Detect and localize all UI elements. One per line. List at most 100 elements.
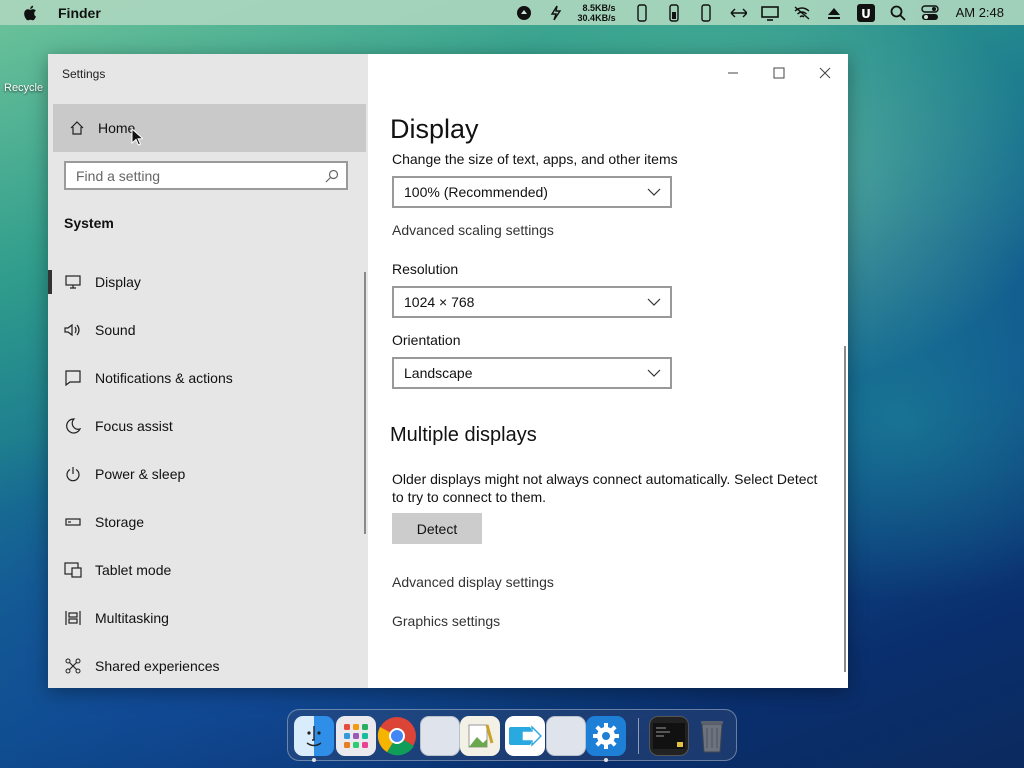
settings-icon[interactable] <box>586 716 626 756</box>
speaker-icon <box>64 321 82 339</box>
nav-item-sound[interactable]: Sound <box>48 306 368 354</box>
sidebar-scrollbar[interactable] <box>364 272 366 534</box>
close-icon <box>819 67 831 79</box>
launchpad-icon[interactable] <box>336 716 376 756</box>
search-icon[interactable] <box>324 168 340 184</box>
page-title: Display <box>390 114 479 144</box>
tablet-icon <box>64 561 82 579</box>
nav-item-tablet-mode[interactable]: Tablet mode <box>48 546 368 594</box>
nav-label: Tablet mode <box>95 562 172 578</box>
home-label: Home <box>98 120 136 136</box>
text-editor-icon[interactable] <box>460 716 500 756</box>
mouse-cursor-icon <box>131 128 143 146</box>
status-area: 8.5KB/s 30.4KB/s U AM 2:48 <box>508 0 1024 25</box>
nav-label: Focus assist <box>95 418 173 434</box>
advanced-scaling-link[interactable]: Advanced scaling settings <box>392 222 554 238</box>
u-icon[interactable]: U <box>856 3 875 22</box>
maximize-button[interactable] <box>756 54 802 92</box>
nav-label: Display <box>95 274 141 290</box>
settings-window: Settings Home Find a setting System Disp… <box>48 54 848 688</box>
maximize-icon <box>773 67 785 79</box>
scale-value: 100% (Recommended) <box>404 184 548 200</box>
shared-icon <box>64 657 82 675</box>
control-center-icon[interactable] <box>920 4 939 22</box>
nav-item-shared-experiences[interactable]: Shared experiences <box>48 642 368 688</box>
nav-label: Notifications & actions <box>95 370 233 386</box>
finder-icon[interactable] <box>294 716 334 756</box>
network-icon[interactable] <box>729 4 747 22</box>
migration-icon[interactable] <box>505 716 545 756</box>
minimize-icon <box>728 72 738 74</box>
monitor-icon <box>64 273 82 291</box>
advanced-display-link[interactable]: Advanced display settings <box>392 574 554 590</box>
display-icon[interactable] <box>760 4 779 22</box>
resolution-dropdown[interactable]: 1024 × 768 <box>392 286 672 318</box>
search-placeholder: Find a setting <box>76 167 161 184</box>
detect-button[interactable]: Detect <box>392 513 482 544</box>
nav-label: Power & sleep <box>95 466 186 482</box>
window-title: Settings <box>62 67 106 81</box>
settings-sidebar: Settings Home Find a setting System Disp… <box>48 54 368 688</box>
recycle-bin-label[interactable]: Recycle <box>4 82 43 94</box>
phone-icon[interactable] <box>697 3 715 22</box>
svg-text:U: U <box>861 7 871 21</box>
multiple-displays-text: Older displays might not always connect … <box>392 471 818 505</box>
blank-app-icon[interactable] <box>420 716 460 756</box>
settings-nav: Display Sound Notifications & actions Fo… <box>48 258 368 688</box>
chevron-down-icon <box>646 294 662 310</box>
chevron-down-icon <box>646 184 662 200</box>
nav-item-storage[interactable]: Storage <box>48 498 368 546</box>
minimize-button[interactable] <box>710 54 756 92</box>
resolution-label: Resolution <box>392 261 459 277</box>
phone-icon[interactable] <box>665 3 683 22</box>
home-button[interactable]: Home <box>53 104 366 152</box>
multitasking-icon <box>64 609 82 627</box>
menu-bar: Finder 8.5KB/s 30.4KB/s U AM 2:48 <box>0 0 1024 25</box>
clock[interactable]: AM 2:48 <box>956 5 1004 20</box>
nav-label: Storage <box>95 514 145 530</box>
storage-icon <box>64 513 82 531</box>
nav-label: Sound <box>95 322 136 338</box>
blank-app-icon[interactable] <box>546 716 586 756</box>
app-icon[interactable] <box>515 4 533 22</box>
chevron-down-icon <box>646 365 662 381</box>
eject-icon[interactable] <box>825 4 843 22</box>
close-button[interactable] <box>802 54 848 92</box>
orientation-dropdown[interactable]: Landscape <box>392 357 672 389</box>
nav-item-display[interactable]: Display <box>48 258 368 306</box>
nav-label: Shared experiences <box>95 658 220 674</box>
display-settings-content: Display Change the size of text, apps, a… <box>368 54 848 688</box>
section-label: System <box>64 215 114 231</box>
download-speed: 30.4KB/s <box>577 12 616 23</box>
dock <box>287 709 737 762</box>
no-wifi-icon[interactable] <box>793 4 811 22</box>
lightning-icon[interactable] <box>547 4 565 22</box>
notification-icon <box>64 369 82 387</box>
running-indicator <box>604 758 608 762</box>
multiple-displays-heading: Multiple displays <box>390 424 537 446</box>
resolution-value: 1024 × 768 <box>404 294 475 310</box>
apple-icon[interactable] <box>20 3 40 23</box>
scale-dropdown[interactable]: 100% (Recommended) <box>392 176 672 208</box>
upload-speed: 8.5KB/s <box>582 2 616 13</box>
search-icon[interactable] <box>889 4 907 22</box>
nav-item-power-sleep[interactable]: Power & sleep <box>48 450 368 498</box>
nav-item-focus-assist[interactable]: Focus assist <box>48 402 368 450</box>
network-speed: 8.5KB/s 30.4KB/s <box>578 3 616 23</box>
find-setting-search[interactable]: Find a setting <box>64 161 348 190</box>
moon-icon <box>64 417 82 435</box>
terminal-icon[interactable] <box>649 716 689 756</box>
chrome-icon[interactable] <box>377 716 417 756</box>
nav-item-multitasking[interactable]: Multitasking <box>48 594 368 642</box>
graphics-settings-link[interactable]: Graphics settings <box>392 613 500 629</box>
orientation-value: Landscape <box>404 365 473 381</box>
phone-icon[interactable] <box>633 3 651 22</box>
orientation-label: Orientation <box>392 332 461 348</box>
content-scrollbar[interactable] <box>844 346 846 672</box>
nav-item-notifications[interactable]: Notifications & actions <box>48 354 368 402</box>
dock-separator <box>638 718 639 754</box>
home-icon <box>68 119 86 137</box>
power-icon <box>64 465 82 483</box>
trash-icon[interactable] <box>692 716 732 756</box>
active-app-name[interactable]: Finder <box>58 5 101 21</box>
